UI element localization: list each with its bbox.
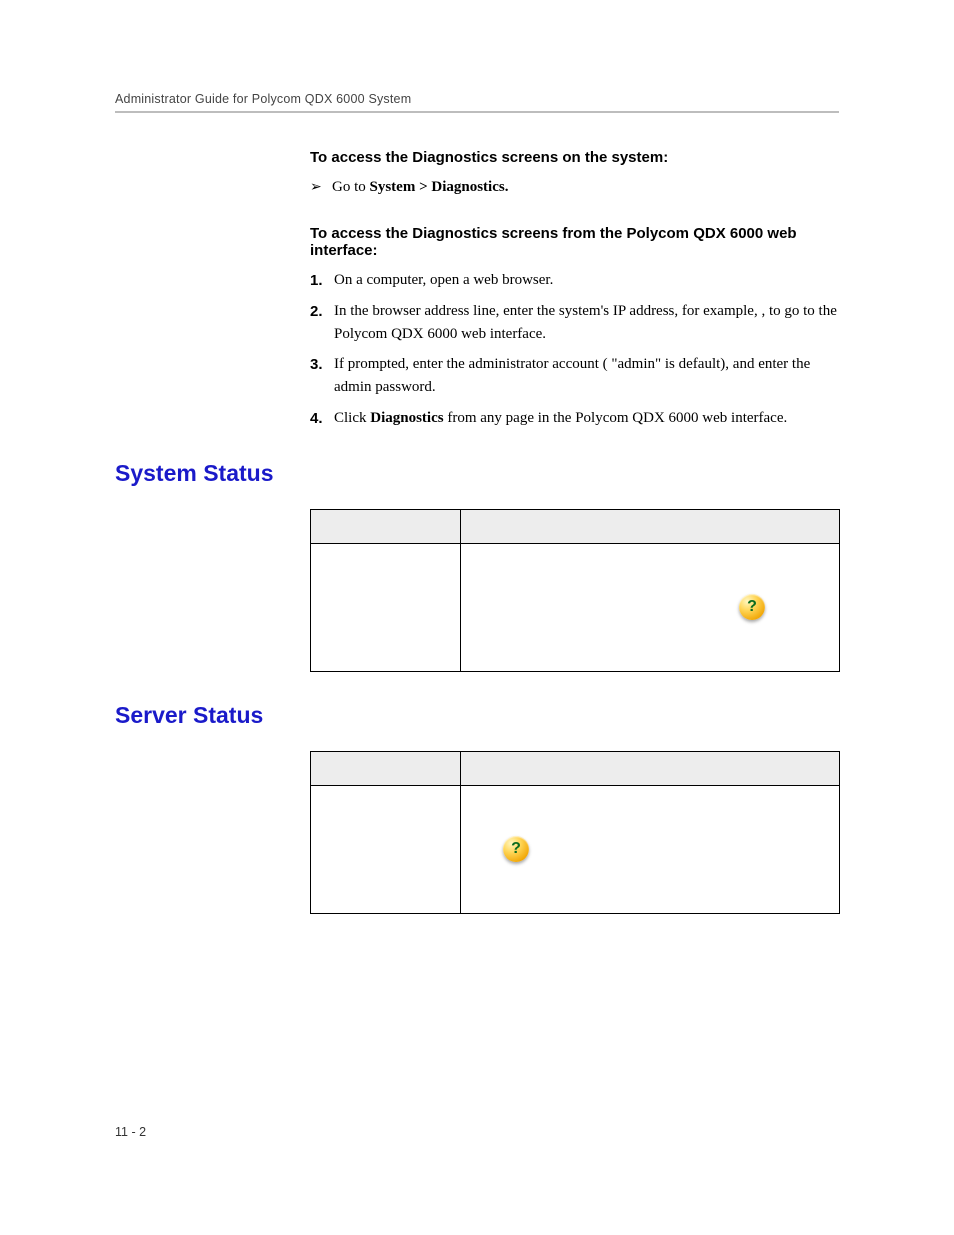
procedure-2-title: To access the Diagnostics screens from t… xyxy=(310,225,839,259)
step-text: Click Diagnostics from any page in the P… xyxy=(334,407,839,430)
procedure-1-step-text: Go to System > Diagnostics. xyxy=(332,176,839,199)
body-content: To access the Diagnostics screens on the… xyxy=(115,149,839,430)
help-icon: ? xyxy=(503,836,529,862)
list-item: 3. If prompted, enter the administrator … xyxy=(310,353,839,400)
table-header-cell xyxy=(461,751,840,785)
procedure-1-step: ➢ Go to System > Diagnostics. xyxy=(310,176,839,199)
step-text-prefix: Go to xyxy=(332,179,370,195)
step-4-post: from any page in the Polycom QDX 6000 we… xyxy=(444,410,788,426)
table-header-cell xyxy=(311,751,461,785)
step-number: 3. xyxy=(310,353,334,400)
step-4-pre: Click xyxy=(334,410,370,426)
table-row: ? xyxy=(311,785,840,913)
help-icon-container: ? xyxy=(461,786,839,913)
page-container: Administrator Guide for Polycom QDX 6000… xyxy=(0,0,954,914)
system-status-heading: System Status xyxy=(115,460,839,487)
server-status-heading: Server Status xyxy=(115,702,839,729)
server-status-table: ? xyxy=(310,751,840,914)
step-number: 1. xyxy=(310,269,334,292)
list-item: 2. In the browser address line, enter th… xyxy=(310,300,839,347)
step-number: 4. xyxy=(310,407,334,430)
header-divider xyxy=(115,111,839,113)
table-cell: ? xyxy=(461,543,840,671)
table-header-cell xyxy=(311,509,461,543)
step-text: On a computer, open a web browser. xyxy=(334,269,839,292)
step-text: If prompted, enter the administrator acc… xyxy=(334,353,839,400)
table-cell: ? xyxy=(461,785,840,913)
help-icon-container: ? xyxy=(461,544,839,671)
menu-path: System > Diagnostics. xyxy=(370,179,509,195)
system-status-table-wrap: ? xyxy=(115,509,839,672)
running-header: Administrator Guide for Polycom QDX 6000… xyxy=(115,92,839,106)
table-row: ? xyxy=(311,543,840,671)
procedure-2-list: 1. On a computer, open a web browser. 2.… xyxy=(310,269,839,430)
arrow-icon: ➢ xyxy=(310,176,332,199)
table-cell xyxy=(311,785,461,913)
table-header-row xyxy=(311,509,840,543)
help-icon: ? xyxy=(739,594,765,620)
step-number: 2. xyxy=(310,300,334,347)
list-item: 4. Click Diagnostics from any page in th… xyxy=(310,407,839,430)
system-status-table: ? xyxy=(310,509,840,672)
step-text: In the browser address line, enter the s… xyxy=(334,300,839,347)
step-2a: In the browser address line, enter the s… xyxy=(334,303,761,319)
diagnostics-link-name: Diagnostics xyxy=(370,410,443,426)
list-item: 1. On a computer, open a web browser. xyxy=(310,269,839,292)
table-header-row xyxy=(311,751,840,785)
page-number: 11 - 2 xyxy=(115,1125,146,1139)
table-cell xyxy=(311,543,461,671)
table-header-cell xyxy=(461,509,840,543)
server-status-table-wrap: ? xyxy=(115,751,839,914)
procedure-1-title: To access the Diagnostics screens on the… xyxy=(310,149,839,166)
